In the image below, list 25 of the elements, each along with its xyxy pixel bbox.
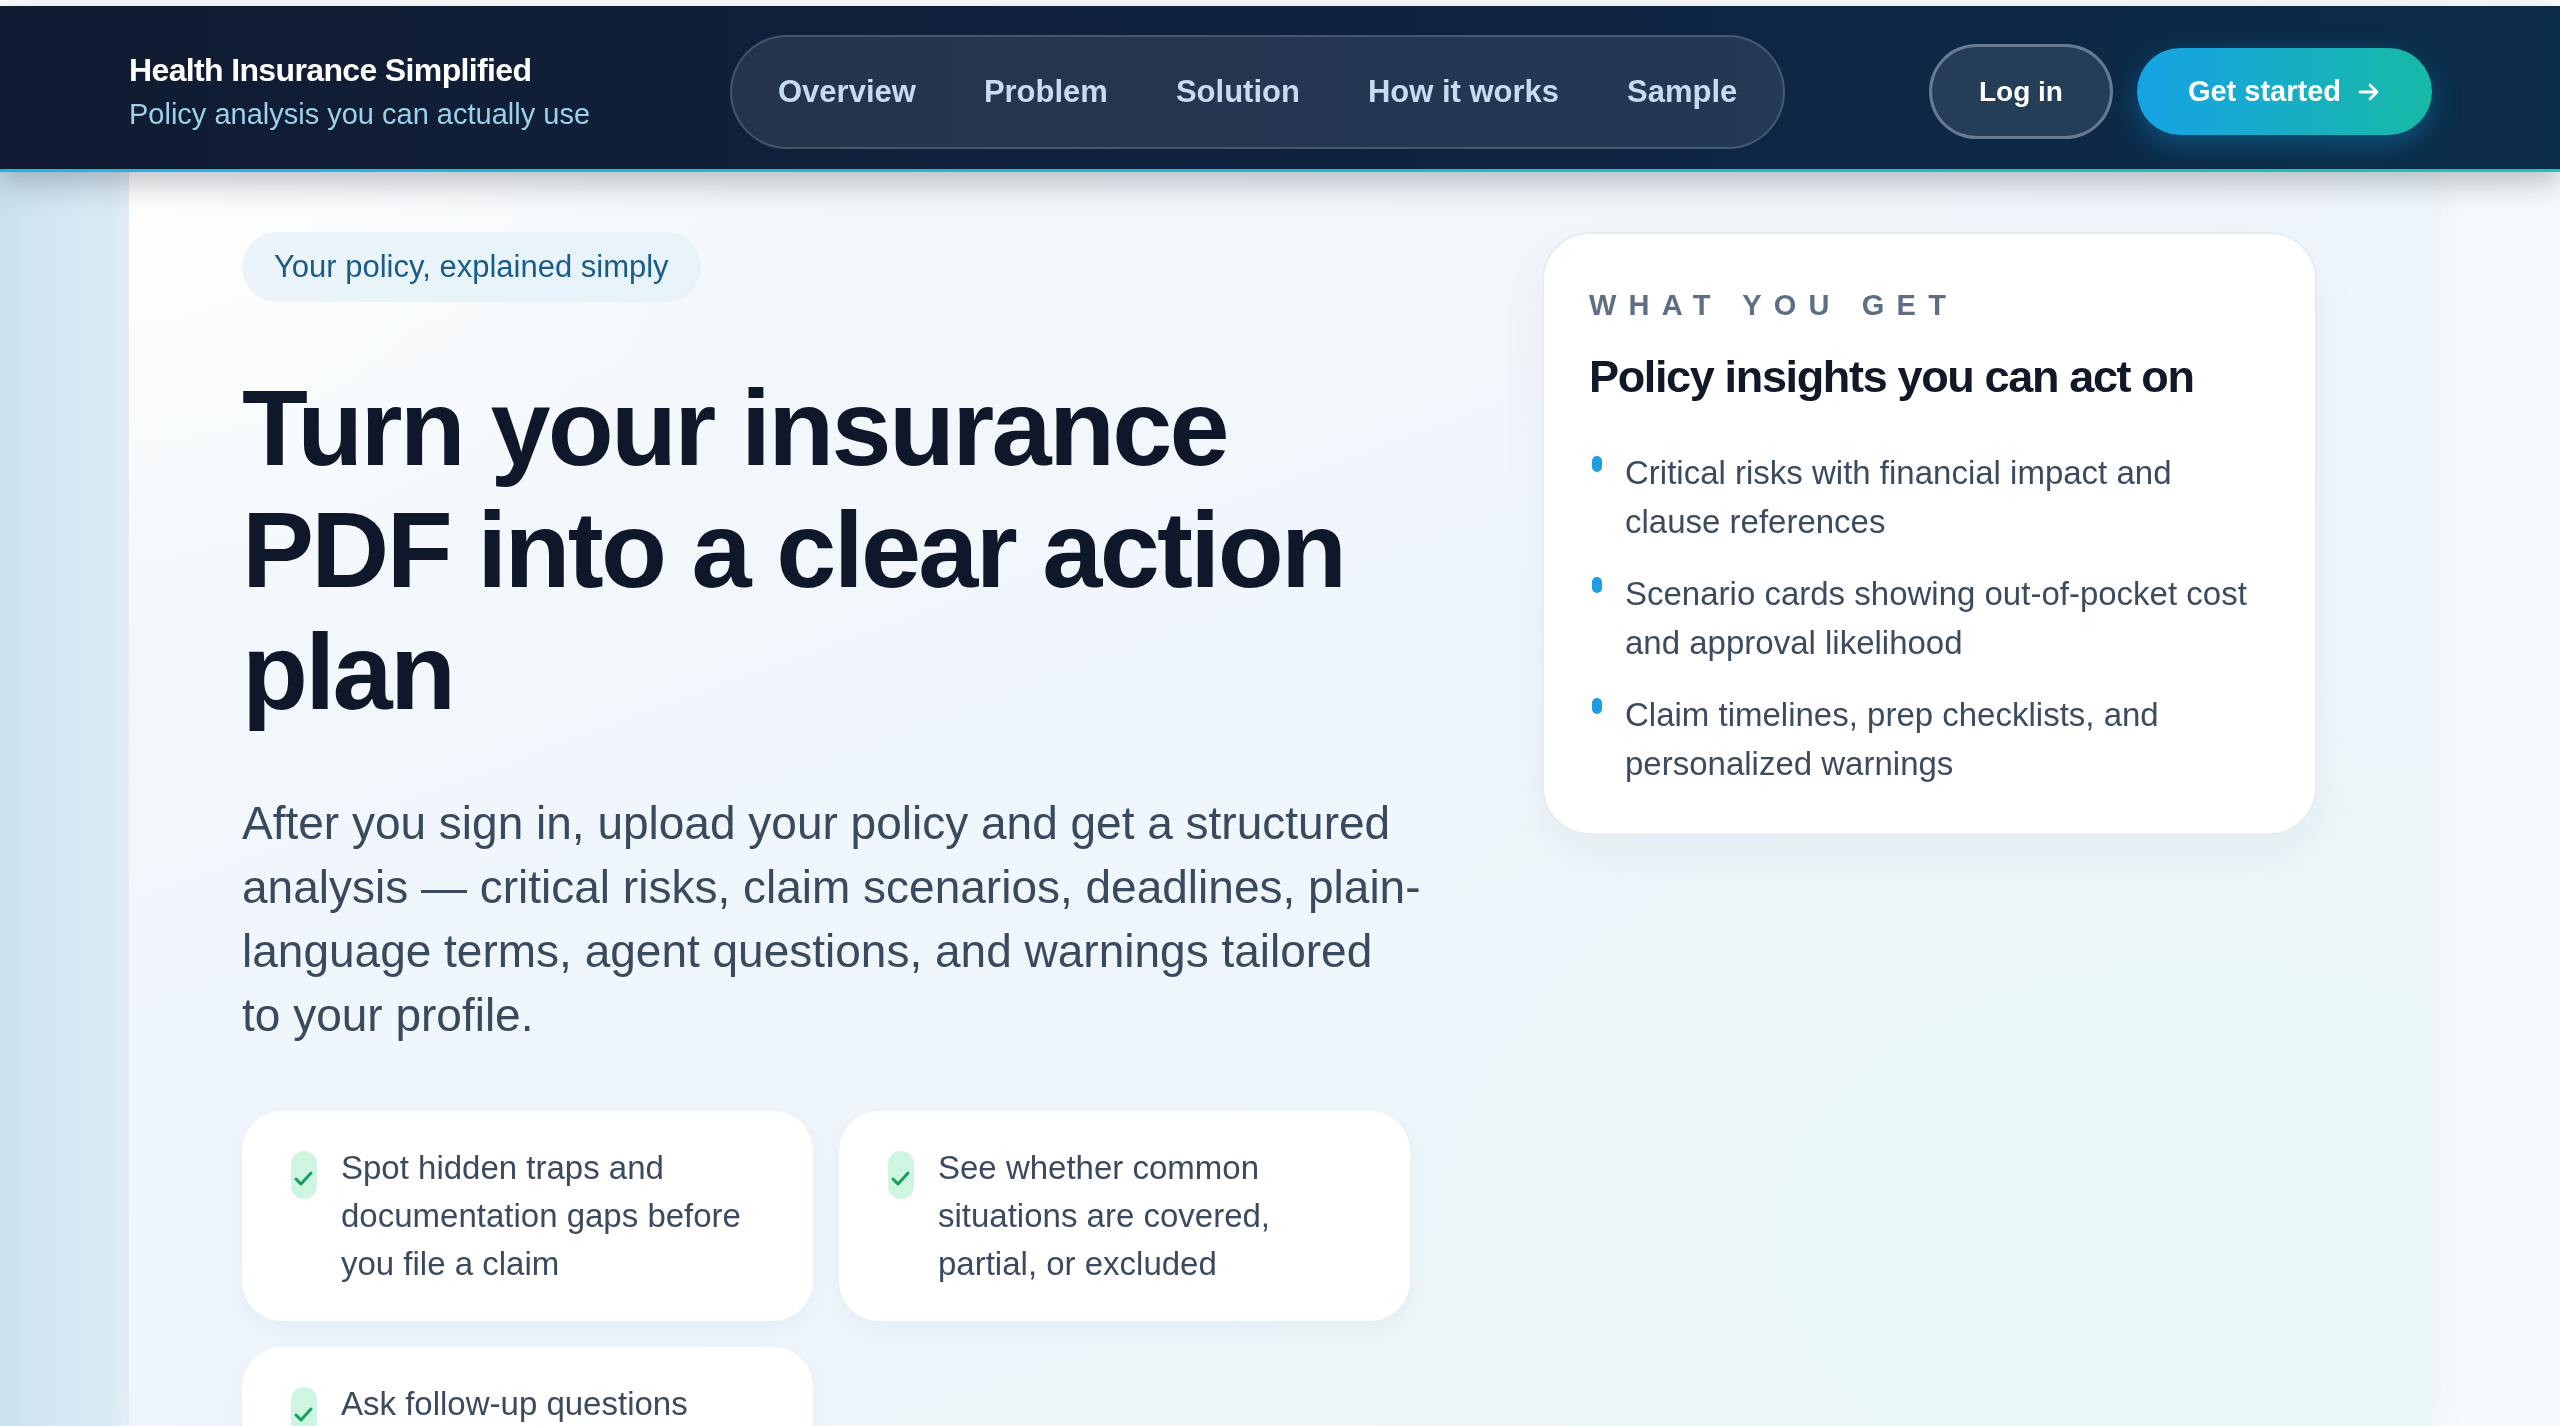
bullet-icon	[1592, 698, 1602, 714]
brand-title: Health Insurance Simplified	[129, 50, 533, 90]
hero-headline: Turn your insurance PDF into a clear action plan	[242, 367, 1346, 733]
hero-description: After you sign in, upload your policy and get a structured analysis — critical risks, claim scenarios, deadlines, plain-language terms, agent questions, and warnings tailored to your profile.	[242, 796, 1422, 1043]
brand-subtitle: Policy analysis you can actually use	[129, 96, 591, 132]
check-icon	[291, 1387, 317, 1426]
check-icon	[888, 1151, 914, 1199]
insight-text: Critical risks with financial impact and clause references	[1625, 453, 2173, 542]
nav-link[interactable]: How it works	[1333, 66, 1594, 117]
bullet-icon	[1592, 577, 1602, 593]
nav-link[interactable]: Sample	[1593, 66, 1772, 117]
insight-text: Scenario cards showing out-of-pocket cost and approval likelihood	[1625, 574, 2248, 663]
section-eyebrow: WHAT YOU GET	[1589, 288, 1960, 323]
bullet-icon	[1592, 456, 1602, 472]
nav-link[interactable]: Overview	[744, 66, 950, 117]
insight-text: Claim timelines, prep checklists, and personalized warnings	[1625, 695, 2160, 784]
nav-link[interactable]: Solution	[1141, 66, 1334, 117]
nav-link[interactable]: Problem	[949, 66, 1142, 117]
card-title: Policy insights you can act on	[1589, 350, 2195, 404]
check-icon	[291, 1151, 317, 1199]
login-button[interactable]: Log in	[1929, 44, 2113, 139]
feature-text: See whether common situations are covered, partial, or excluded	[938, 1148, 1271, 1284]
feature-text: Spot hidden traps and documentation gaps before you file a claim	[341, 1148, 742, 1284]
feature-text: Ask follow-up questions	[341, 1384, 689, 1424]
tagline-badge: Your policy, explained simply	[242, 232, 701, 302]
